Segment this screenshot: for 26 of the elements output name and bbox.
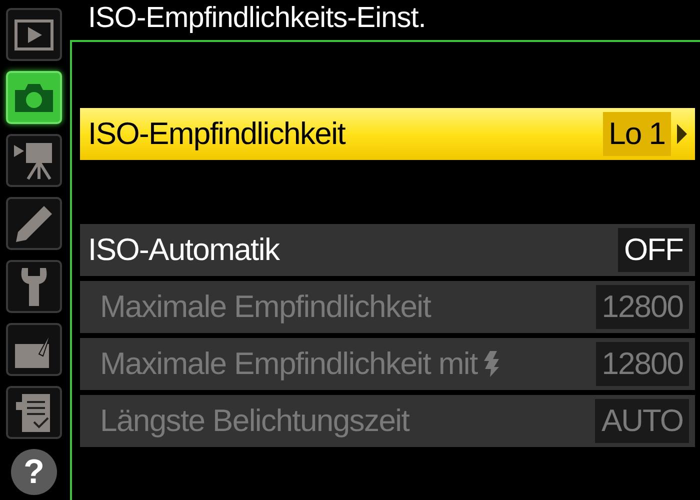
flash-icon	[481, 350, 502, 378]
menu-item[interactable]: ISO-Automatik OFF	[80, 224, 695, 276]
right-arrow-icon	[675, 122, 689, 146]
setting-value: Lo 1	[602, 112, 671, 156]
menu-tab[interactable]	[6, 134, 62, 187]
menu-tab[interactable]	[6, 386, 62, 439]
menu-tab[interactable]	[6, 8, 62, 61]
setting-value: OFF	[618, 228, 689, 272]
setting-value: AUTO	[595, 399, 689, 443]
menu-item-label: Maximale Empfindlichkeit	[99, 288, 431, 326]
menu-tab[interactable]	[6, 323, 62, 376]
playback-icon	[14, 18, 54, 50]
help-button[interactable]: ?	[11, 449, 57, 495]
pencil-icon	[14, 204, 54, 244]
setting-value: 12800	[596, 342, 689, 386]
menu-item-label: ISO-Empfindlichkeit	[88, 114, 346, 153]
menu-item-label: Maximale Empfindlichkeit mit	[99, 344, 478, 383]
wrench-icon	[19, 266, 49, 308]
setting-value: 12800	[596, 285, 689, 329]
menu-item-label: Längste Belichtungszeit	[99, 402, 410, 440]
menu-item[interactable]: ISO-Empfindlichkeit Lo 1	[80, 108, 695, 160]
menu-tab[interactable]	[6, 260, 62, 313]
camera-icon	[13, 82, 55, 114]
menu-title: ISO-Empfindlichkeits-Einst.	[88, 2, 427, 36]
menu-item-label: ISO-Automatik	[88, 230, 280, 269]
menu-tab[interactable]	[6, 197, 62, 250]
